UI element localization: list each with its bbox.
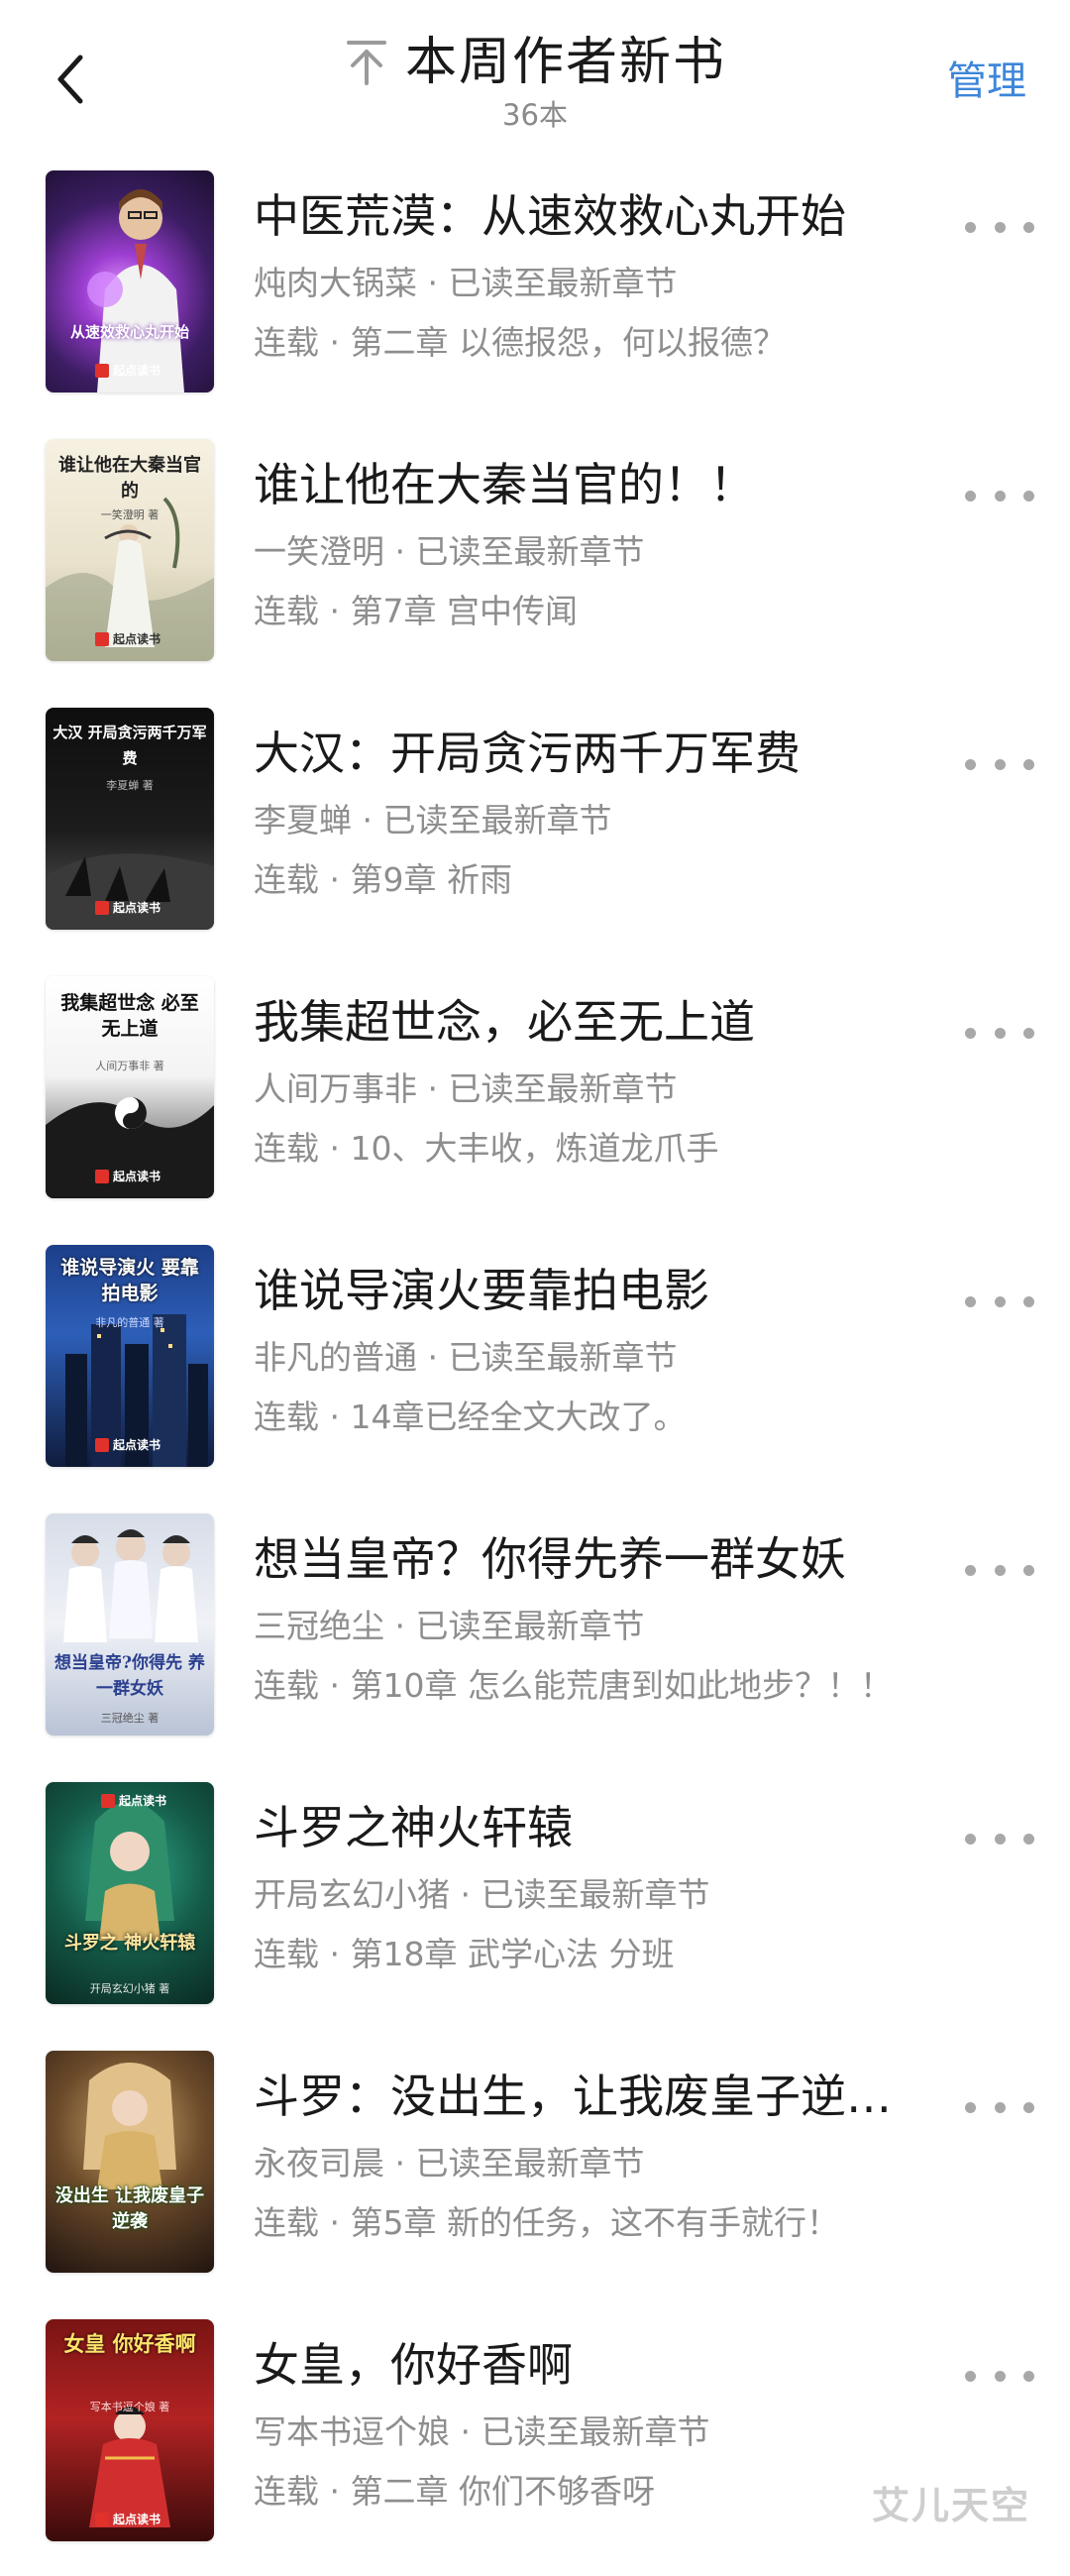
book-item[interactable]: 我集超世念 必至无上道 人间万事非 著 起点读书 我集超世念，必至无上道 人间万… bbox=[0, 964, 1070, 1233]
book-info: 想当皇帝？你得先养一群女妖 三冠绝尘 · 已读至最新章节 连载 · 第10章 怎… bbox=[254, 1529, 967, 1708]
book-meta: 一笑澄明 · 已读至最新章节 bbox=[254, 532, 645, 571]
book-chapter: 连载 · 第18章 武学心法 分班 bbox=[254, 1935, 675, 1973]
cover-brand: 起点读书 bbox=[95, 899, 160, 916]
book-cover[interactable]: 想当皇帝?你得先 养一群女妖 三冠绝尘 著 bbox=[46, 1513, 214, 1736]
book-title[interactable]: 谁让他在大秦当官的！！ bbox=[254, 455, 937, 514]
book-chapter: 连载 · 14章已经全文大改了。 bbox=[254, 1398, 687, 1436]
book-meta: 写本书逗个娘 · 已读至最新章节 bbox=[254, 2412, 710, 2451]
cover-title: 谁说导演火 要靠拍电影 bbox=[60, 1257, 199, 1304]
book-cover[interactable]: 女皇 你好香啊 写本书逗个娘 著 起点读书 bbox=[46, 2319, 214, 2541]
more-options-icon[interactable] bbox=[965, 1018, 1034, 1048]
cover-illustration bbox=[87, 189, 184, 392]
book-item[interactable]: 想当皇帝?你得先 养一群女妖 三冠绝尘 著 想当皇帝？你得先养一群女妖 三冠绝尘… bbox=[0, 1502, 1070, 1770]
book-meta: 开局玄幻小猪 · 已读至最新章节 bbox=[254, 1875, 710, 1914]
more-options-icon[interactable] bbox=[965, 1824, 1034, 1853]
cover-author: 开局玄幻小猪 著 bbox=[89, 1982, 170, 1995]
cover-title: 女皇 你好香啊 bbox=[63, 2331, 196, 2356]
book-chapter: 连载 · 第10章 怎么能荒唐到如此地步？！！ bbox=[254, 1666, 893, 1705]
book-meta: 永夜司晨 · 已读至最新章节 bbox=[254, 2144, 645, 2183]
book-title[interactable]: 谁说导演火要靠拍电影 bbox=[254, 1261, 937, 1320]
book-title[interactable]: 中医荒漠：从速效救心丸开始 bbox=[254, 186, 937, 246]
more-options-icon[interactable] bbox=[965, 2361, 1034, 2391]
book-chapter: 连载 · 10、大丰收，炼道龙爪手 bbox=[254, 1129, 719, 1168]
page-title: 本周作者新书 bbox=[404, 33, 726, 92]
book-info: 斗罗：没出生，让我废皇子逆… 永夜司晨 · 已读至最新章节 连载 · 第5章 新… bbox=[254, 2067, 967, 2245]
cover-illustration bbox=[85, 1802, 174, 1941]
cover-title: 大汉 开局贪污两千万军费 bbox=[53, 724, 207, 767]
title-block: 本周作者新书 36本 bbox=[0, 28, 1070, 133]
book-info: 谁说导演火要靠拍电影 非凡的普通 · 已读至最新章节 连载 · 14章已经全文大… bbox=[254, 1261, 967, 1439]
cover-title: 斗罗之 神火轩辕 bbox=[63, 1933, 196, 1954]
cover-illustration bbox=[63, 1529, 198, 1642]
book-chapter: 连载 · 第二章 以德报怨，何以报德？ bbox=[254, 323, 786, 362]
more-options-icon[interactable] bbox=[965, 1555, 1034, 1585]
cover-title: 我集超世念 必至无上道 bbox=[60, 992, 199, 1040]
book-item[interactable]: 大汉 开局贪污两千万军费 李夏蝉 著 起点读书 大汉：开局贪污两千万军费 李夏蝉… bbox=[0, 696, 1070, 964]
book-title[interactable]: 斗罗之神火轩辕 bbox=[254, 1798, 937, 1857]
book-chapter: 连载 · 第7章 宫中传闻 bbox=[254, 592, 578, 630]
more-options-icon[interactable] bbox=[965, 212, 1034, 242]
book-title[interactable]: 女皇，你好香啊 bbox=[254, 2335, 937, 2395]
book-count: 36本 bbox=[502, 98, 568, 132]
book-title[interactable]: 大汉：开局贪污两千万军费 bbox=[254, 724, 937, 783]
book-info: 斗罗之神火轩辕 开局玄幻小猪 · 已读至最新章节 连载 · 第18章 武学心法 … bbox=[254, 1798, 967, 1976]
more-options-icon[interactable] bbox=[965, 1287, 1034, 1316]
book-title[interactable]: 斗罗：没出生，让我废皇子逆… bbox=[254, 2067, 937, 2126]
book-item[interactable]: 从速效救心丸开始 起点读书 中医荒漠：从速效救心丸开始 炖肉大锅菜 · 已读至最… bbox=[0, 159, 1070, 427]
cover-brand: 起点读书 bbox=[95, 1436, 160, 1453]
book-item[interactable]: 谁说导演火 要靠拍电影 非凡的普通 著 起点读书 谁说导演火要靠拍电影 非凡的普… bbox=[0, 1233, 1070, 1502]
cover-author: 一笑澄明 著 bbox=[100, 508, 160, 521]
cover-title: 没出生 让我废皇子 逆袭 bbox=[54, 2185, 205, 2232]
cover-author: 李夏蝉 著 bbox=[106, 779, 154, 792]
cover-author: 非凡的普通 著 bbox=[95, 1316, 164, 1329]
book-item[interactable]: 斗罗之 神火轩辕 开局玄幻小猪 著 起点读书 斗罗之神火轩辕 开局玄幻小猪 · … bbox=[0, 1770, 1070, 2039]
more-options-icon[interactable] bbox=[965, 2092, 1034, 2122]
pin-top-icon[interactable] bbox=[344, 37, 389, 88]
cover-author: 人间万事非 著 bbox=[95, 1060, 164, 1072]
book-chapter: 连载 · 第二章 你们不够香呀 bbox=[254, 2472, 655, 2511]
cover-brand: 起点读书 bbox=[95, 630, 160, 647]
cover-illustration bbox=[83, 2063, 176, 2189]
book-cover[interactable]: 从速效救心丸开始 起点读书 bbox=[46, 170, 214, 392]
book-meta: 炖肉大锅菜 · 已读至最新章节 bbox=[254, 264, 678, 302]
top-bar: 本周作者新书 36本 管理 bbox=[0, 0, 1070, 149]
manage-button[interactable]: 管理 bbox=[947, 52, 1026, 111]
book-title[interactable]: 想当皇帝？你得先养一群女妖 bbox=[254, 1529, 937, 1589]
book-meta: 非凡的普通 · 已读至最新章节 bbox=[254, 1338, 678, 1377]
cover-brand: 起点读书 bbox=[95, 1168, 160, 1184]
book-info: 中医荒漠：从速效救心丸开始 炖肉大锅菜 · 已读至最新章节 连载 · 第二章 以… bbox=[254, 186, 967, 365]
watermark: 艾儿天空 bbox=[871, 2484, 1030, 2527]
book-cover[interactable]: 谁让他在大秦当官的 一笑澄明 著 起点读书 bbox=[46, 439, 214, 661]
book-meta: 李夏蝉 · 已读至最新章节 bbox=[254, 801, 612, 840]
cover-brand: 起点读书 bbox=[95, 362, 160, 379]
book-title[interactable]: 我集超世念，必至无上道 bbox=[254, 992, 937, 1052]
book-item[interactable]: 没出生 让我废皇子 逆袭 斗罗：没出生，让我废皇子逆… 永夜司晨 · 已读至最新… bbox=[0, 2039, 1070, 2307]
book-cover[interactable]: 斗罗之 神火轩辕 开局玄幻小猪 著 起点读书 bbox=[46, 1782, 214, 2004]
cover-brand: 起点读书 bbox=[95, 2511, 160, 2527]
book-info: 大汉：开局贪污两千万军费 李夏蝉 · 已读至最新章节 连载 · 第9章 祈雨 bbox=[254, 724, 967, 902]
book-meta: 三冠绝尘 · 已读至最新章节 bbox=[254, 1607, 645, 1645]
cover-author: 写本书逗个娘 著 bbox=[89, 2401, 170, 2413]
book-cover[interactable]: 我集超世念 必至无上道 人间万事非 著 起点读书 bbox=[46, 976, 214, 1198]
book-info: 谁让他在大秦当官的！！ 一笑澄明 · 已读至最新章节 连载 · 第7章 宫中传闻 bbox=[254, 455, 967, 633]
cover-title: 从速效救心丸开始 bbox=[69, 323, 189, 341]
cover-title: 谁让他在大秦当官的 bbox=[58, 455, 201, 502]
book-info: 女皇，你好香啊 写本书逗个娘 · 已读至最新章节 连载 · 第二章 你们不够香呀 bbox=[254, 2335, 967, 2514]
book-list: 从速效救心丸开始 起点读书 中医荒漠：从速效救心丸开始 炖肉大锅菜 · 已读至最… bbox=[0, 159, 1070, 2576]
more-options-icon[interactable] bbox=[965, 481, 1034, 510]
book-meta: 人间万事非 · 已读至最新章节 bbox=[254, 1069, 678, 1108]
book-cover[interactable]: 谁说导演火 要靠拍电影 非凡的普通 著 起点读书 bbox=[46, 1245, 214, 1467]
book-info: 我集超世念，必至无上道 人间万事非 · 已读至最新章节 连载 · 10、大丰收，… bbox=[254, 992, 967, 1171]
book-cover[interactable]: 没出生 让我废皇子 逆袭 bbox=[46, 2051, 214, 2273]
cover-title: 想当皇帝?你得先 养一群女妖 bbox=[54, 1653, 205, 1699]
cover-brand: 起点读书 bbox=[101, 1792, 166, 1809]
book-chapter: 连载 · 第5章 新的任务，这不有手就行！ bbox=[254, 2203, 839, 2242]
book-item[interactable]: 女皇 你好香啊 写本书逗个娘 著 起点读书 女皇，你好香啊 写本书逗个娘 · 已… bbox=[0, 2307, 1070, 2576]
cover-author: 三冠绝尘 著 bbox=[100, 1712, 160, 1725]
book-item[interactable]: 谁让他在大秦当官的 一笑澄明 著 起点读书 谁让他在大秦当官的！！ 一笑澄明 ·… bbox=[0, 427, 1070, 696]
book-chapter: 连载 · 第9章 祈雨 bbox=[254, 860, 512, 899]
more-options-icon[interactable] bbox=[965, 749, 1034, 779]
book-cover[interactable]: 大汉 开局贪污两千万军费 李夏蝉 著 起点读书 bbox=[46, 708, 214, 930]
